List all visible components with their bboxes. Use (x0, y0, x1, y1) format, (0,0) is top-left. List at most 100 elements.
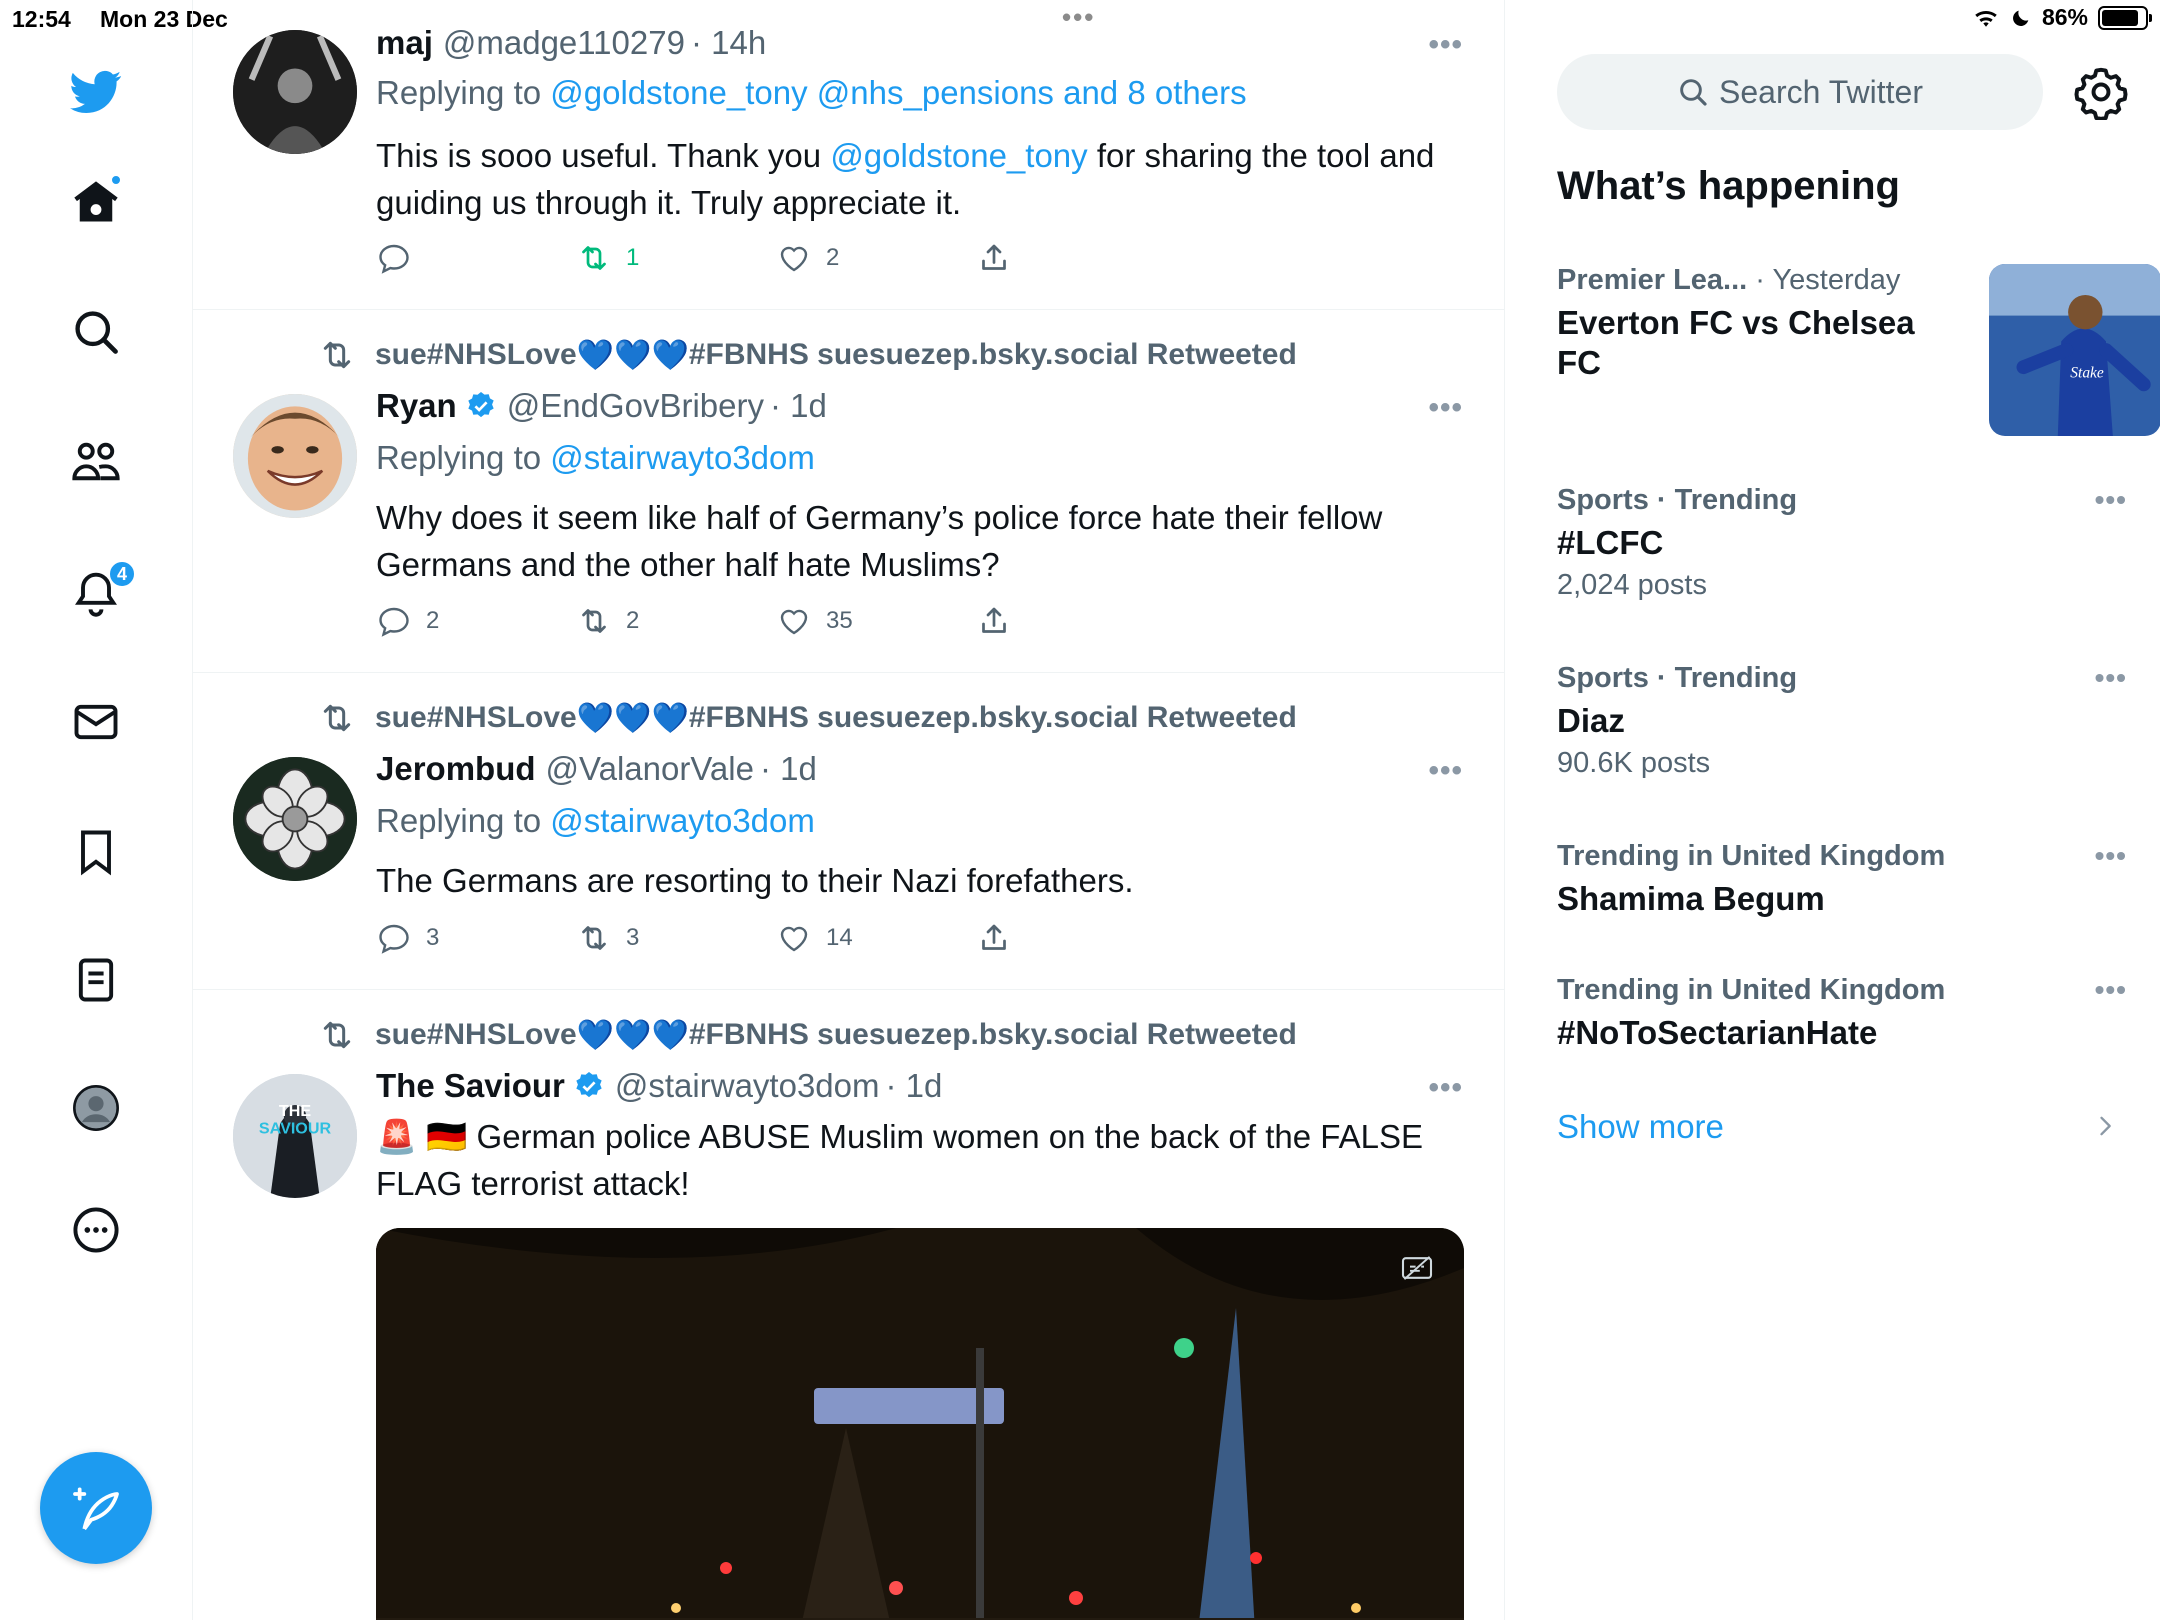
tweet-time: · 1d (769, 387, 827, 424)
author-name[interactable]: The Saviour (376, 1067, 565, 1105)
tweet-text-part: This is sooo useful. Thank you (376, 137, 831, 174)
reply-button[interactable] (376, 240, 426, 276)
share-button[interactable] (976, 920, 1026, 956)
retweet-button[interactable]: 3 (576, 920, 639, 956)
avatar-text: SAVIOUR (259, 1120, 332, 1138)
home-unread-dot (110, 174, 122, 186)
tweet-text-part: German police ABUSE Muslim women on the … (376, 1118, 1423, 1202)
tweet-actions: 1 2 (376, 240, 1276, 280)
trend-name: Everton FC vs Chelsea FC (1557, 304, 1915, 381)
trend-item[interactable]: Sports · Trending Diaz 90.6K posts ••• (1557, 662, 2127, 780)
tweet-more-icon[interactable]: ••• (1428, 1071, 1463, 1105)
tweet-time: · 1d (759, 750, 817, 787)
author-name[interactable]: Jerombud (376, 750, 536, 788)
share-button[interactable] (976, 603, 1026, 639)
tweet-more-icon[interactable]: ••• (1428, 28, 1463, 62)
tweet[interactable]: maj @madge110279 · 14h ••• Replying to @… (193, 0, 1504, 310)
retweeted-by[interactable]: sue#NHSLove 💙💙💙 #FBNHS suesuezep.bsky.soci… (317, 335, 1297, 375)
search-input[interactable]: Search Twitter (1557, 54, 2043, 130)
retweet-button[interactable]: 1 (576, 240, 639, 276)
author-name[interactable]: maj (376, 24, 433, 62)
tweet-time: · 14h (690, 24, 767, 61)
author-handle[interactable]: @madge110279 (443, 24, 685, 62)
retweeted-by[interactable]: sue#NHSLove 💙💙💙 #FBNHS suesuezep.bsky.soci… (317, 1015, 1297, 1055)
avatar[interactable] (233, 30, 357, 154)
trend-name: Diaz (1557, 702, 1625, 739)
avatar[interactable]: THE SAVIOUR (233, 1074, 357, 1198)
more-icon[interactable] (66, 1200, 126, 1260)
captions-icon[interactable] (1400, 1254, 1434, 1282)
chevron-right-icon[interactable] (2091, 1112, 2119, 1140)
search-icon (1680, 79, 1707, 106)
reply-button[interactable]: 2 (376, 603, 439, 639)
video-frame (376, 1228, 1464, 1620)
like-button[interactable]: 14 (776, 920, 853, 956)
tweet-emoji: 🚨 🇩🇪 (376, 1118, 468, 1155)
trend-more-icon[interactable]: ••• (2095, 662, 2127, 694)
author-name[interactable]: Ryan (376, 387, 457, 425)
trend-item[interactable]: Sports · Trending #LCFC 2,024 posts ••• (1557, 484, 2127, 602)
replying-to-link[interactable]: @stairwayto3dom (550, 802, 815, 839)
tweet-video[interactable] (376, 1228, 1464, 1620)
replying-to-link[interactable]: @goldstone_tony @nhs_pensions and 8 othe… (550, 74, 1246, 111)
retweet-count: 2 (626, 607, 640, 634)
notifications-badge: 4 (108, 560, 136, 588)
retweet-button[interactable]: 2 (576, 603, 639, 639)
tweet[interactable]: sue#NHSLove 💙💙💙 #FBNHS suesuezep.bsky.soci… (193, 674, 1504, 990)
trend-item[interactable]: Premier Lea... · Yesterday Everton FC vs… (1557, 264, 2160, 444)
share-icon (982, 924, 1006, 950)
replying-to-link[interactable]: @stairwayto3dom (550, 439, 815, 476)
author-handle[interactable]: @ValanorVale (546, 750, 754, 788)
notifications-icon[interactable]: 4 (66, 560, 136, 622)
tweet-more-icon[interactable]: ••• (1428, 391, 1463, 425)
replying-to: Replying to @stairwayto3dom (376, 802, 815, 840)
tweet-mention[interactable]: @goldstone_tony (830, 137, 1087, 174)
replying-to-label: Replying to (376, 74, 551, 111)
retweet-icon (323, 704, 351, 732)
retweeter-name: sue#NHSLove (375, 701, 577, 734)
avatar-image: THESAVIOUR (233, 1074, 357, 1198)
trend-name: #NoToSectarianHate (1557, 1014, 1878, 1051)
communities-icon[interactable] (66, 432, 126, 492)
compose-tweet-button[interactable] (40, 1452, 152, 1564)
bookmarks-icon[interactable] (66, 822, 126, 882)
search-icon[interactable] (66, 302, 126, 362)
timeline[interactable]: maj @madge110279 · 14h ••• Replying to @… (193, 0, 1505, 1620)
home-icon[interactable] (66, 172, 126, 232)
trend-more-icon[interactable]: ••• (2095, 840, 2127, 872)
author-handle[interactable]: @EndGovBribery (507, 387, 764, 425)
avatar[interactable] (233, 757, 357, 881)
show-more-link[interactable]: Show more (1557, 1108, 1724, 1146)
like-icon (780, 609, 808, 635)
trend-item[interactable]: Trending in United Kingdom Shamima Begum… (1557, 840, 2127, 919)
trend-name: Shamima Begum (1557, 880, 1825, 917)
tweet-more-icon[interactable]: ••• (1428, 754, 1463, 788)
retweeted-by[interactable]: sue#NHSLove 💙💙💙 #FBNHS suesuezep.bsky.soci… (317, 698, 1297, 738)
author-handle[interactable]: @stairwayto3dom (615, 1067, 880, 1105)
retweet-icon (582, 926, 606, 950)
settings-gear-icon[interactable] (2073, 64, 2129, 120)
like-count: 2 (826, 244, 840, 271)
like-count: 35 (826, 607, 853, 634)
tweet-text: This is sooo useful. Thank you @goldston… (376, 132, 1466, 226)
like-button[interactable]: 2 (776, 240, 839, 276)
trend-more-icon[interactable]: ••• (2095, 974, 2127, 1006)
lists-icon[interactable] (66, 950, 126, 1010)
retweet-icon (582, 609, 606, 633)
blue-hearts: 💙💙💙 (576, 338, 689, 372)
avatar[interactable] (233, 394, 357, 518)
trend-more-icon[interactable]: ••• (2095, 484, 2127, 516)
retweet-count: 3 (626, 924, 640, 951)
trend-item[interactable]: Trending in United Kingdom #NoToSectaria… (1557, 974, 2127, 1053)
messages-icon[interactable] (66, 692, 126, 752)
reply-button[interactable]: 3 (376, 920, 439, 956)
like-icon (780, 246, 808, 272)
profile-icon[interactable] (66, 1078, 126, 1138)
share-button[interactable] (976, 240, 1026, 276)
avatar-text: THE (279, 1102, 311, 1120)
tweet[interactable]: sue#NHSLove 💙💙💙 #FBNHS suesuezep.bsky.soci… (193, 991, 1504, 1620)
tweet[interactable]: sue#NHSLove 💙💙💙 #FBNHS suesuezep.bsky.soci… (193, 311, 1504, 673)
like-button[interactable]: 35 (776, 603, 853, 639)
svg-text:Stake: Stake (2070, 365, 2104, 382)
twitter-logo-icon[interactable] (66, 62, 126, 122)
